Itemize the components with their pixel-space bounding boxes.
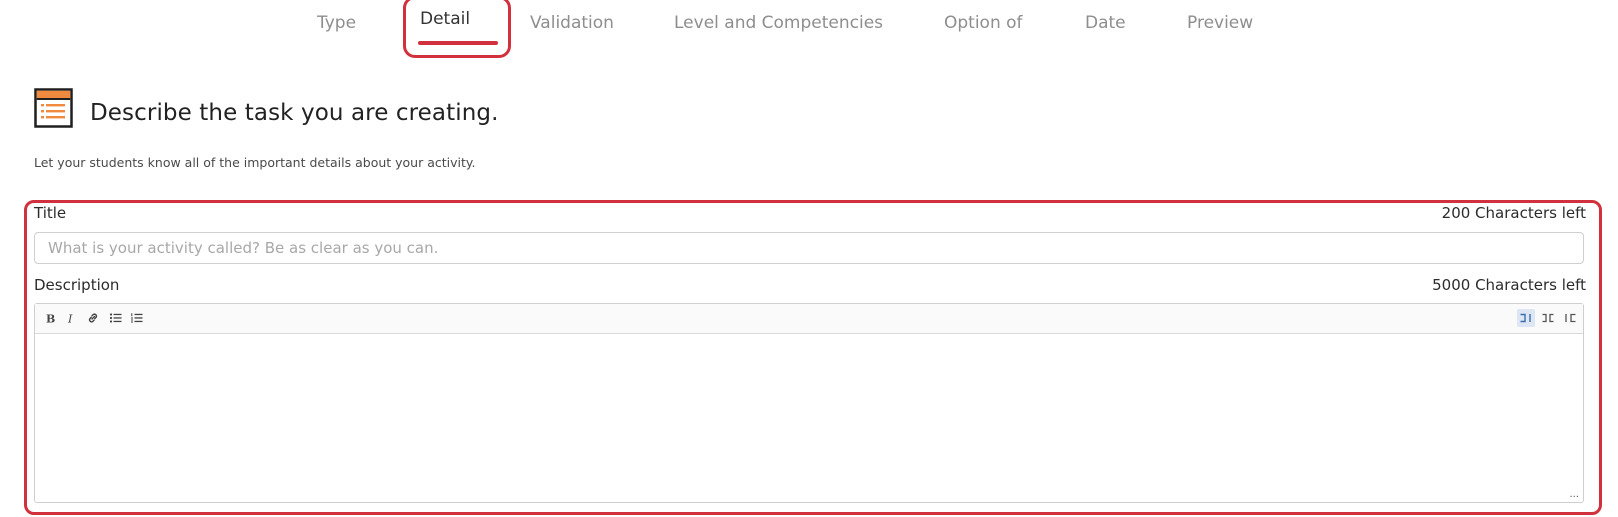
italic-icon[interactable]: I [62, 309, 80, 327]
tab-bar: Type Detail Validation Level and Compete… [0, 0, 1618, 58]
description-char-counter: 5000 Characters left [1432, 276, 1586, 294]
bulleted-list-icon[interactable] [106, 309, 124, 327]
align-center-icon[interactable] [1539, 309, 1557, 327]
resize-handle[interactable]: ... [1569, 490, 1579, 500]
link-icon[interactable] [84, 309, 102, 327]
tab-preview[interactable]: Preview [1187, 12, 1253, 34]
page-title: Describe the task you are creating. [90, 100, 499, 126]
svg-text:B: B [46, 313, 55, 325]
title-label: Title [34, 204, 67, 222]
title-char-counter: 200 Characters left [1441, 204, 1586, 222]
description-textarea[interactable] [35, 334, 1583, 502]
tab-option-of[interactable]: Option of [944, 12, 1023, 34]
description-editor: B I ... [34, 303, 1584, 503]
bold-icon[interactable]: B [41, 309, 59, 327]
tab-validation[interactable]: Validation [530, 12, 614, 34]
title-input[interactable] [34, 232, 1584, 264]
tab-type[interactable]: Type [317, 12, 356, 34]
svg-text:I: I [67, 313, 73, 325]
editor-toolbar: B I [35, 304, 1583, 334]
page-subtitle: Let your students know all of the import… [34, 155, 476, 170]
numbered-list-icon[interactable] [127, 309, 145, 327]
align-right-icon[interactable] [1561, 309, 1579, 327]
align-left-icon[interactable] [1517, 309, 1535, 327]
task-list-icon [34, 88, 74, 128]
description-label: Description [34, 276, 120, 294]
tab-date[interactable]: Date [1085, 12, 1126, 34]
tab-level-and-competencies[interactable]: Level and Competencies [674, 12, 883, 34]
tab-highlight-box [403, 0, 511, 58]
